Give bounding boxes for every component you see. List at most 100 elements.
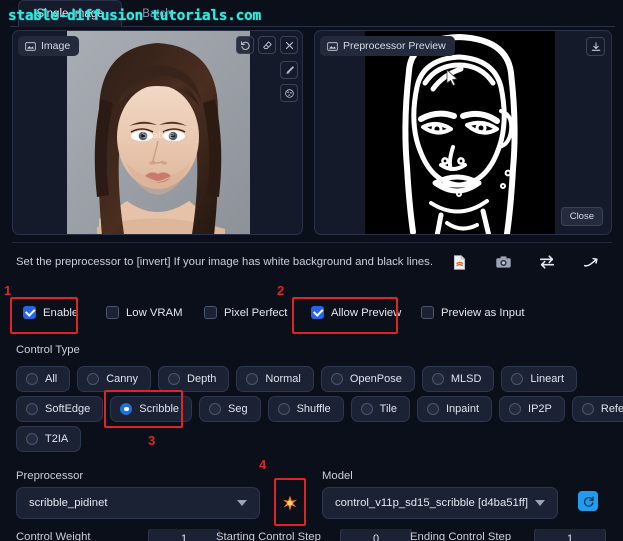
annotation-number-1: 1 xyxy=(4,283,12,298)
preprocessor-preview-panel[interactable]: Preprocessor Preview Close xyxy=(314,30,612,235)
radio-icon[interactable] xyxy=(330,373,343,385)
control-type-all[interactable]: All xyxy=(16,366,71,392)
allow-preview-checkbox[interactable]: Allow Preview xyxy=(311,306,401,319)
file-document-icon[interactable] xyxy=(449,252,469,272)
radio-icon[interactable] xyxy=(431,373,444,385)
undo-icon[interactable] xyxy=(236,36,254,54)
control-type-normal[interactable]: Normal xyxy=(236,366,314,392)
control-type-softedge[interactable]: SoftEdge xyxy=(16,396,104,422)
eraser-icon[interactable] xyxy=(258,36,276,54)
preview-as-input-checkbox[interactable]: Preview as Input xyxy=(421,306,525,319)
control-type-mlsd[interactable]: MLSD xyxy=(421,366,495,392)
enable-checkbox[interactable]: Enable xyxy=(23,306,78,319)
control-type-lineart[interactable]: Lineart xyxy=(501,366,578,392)
enable-checkbox-box[interactable] xyxy=(23,306,36,319)
control-type-inpaint[interactable]: Inpaint xyxy=(416,396,493,422)
run-preprocessor-button[interactable] xyxy=(275,487,305,519)
divider xyxy=(12,242,612,243)
radio-icon[interactable] xyxy=(511,373,524,385)
chevron-down-icon[interactable] xyxy=(535,500,545,506)
radio-icon[interactable] xyxy=(26,403,38,415)
radio-icon[interactable] xyxy=(509,403,522,415)
ending-control-step-label: Ending Control Step xyxy=(410,531,512,541)
image-panel-label-text: Image xyxy=(41,40,71,52)
control-type-ip2p[interactable]: IP2P xyxy=(499,396,565,422)
radio-icon[interactable] xyxy=(246,373,259,385)
control-type-canny[interactable]: Canny xyxy=(77,366,152,392)
control-type-shuffle-label: Shuffle xyxy=(296,403,331,415)
control-weight-label: Control Weight xyxy=(16,531,91,541)
control-weight-value[interactable]: 1 xyxy=(148,529,220,541)
preprocessor-preview-label-text: Preprocessor Preview xyxy=(343,40,446,52)
image-icon xyxy=(327,41,338,52)
control-sliders-row: Control Weight 1 Starting Control Step 0… xyxy=(0,529,623,541)
ending-control-step-value[interactable]: 1 xyxy=(534,529,606,541)
pixel-perfect-checkbox[interactable]: Pixel Perfect xyxy=(204,306,287,319)
annotation-number-4: 4 xyxy=(259,457,267,472)
image-panel-side-tools xyxy=(280,61,298,102)
camera-icon[interactable] xyxy=(493,252,513,272)
low-vram-checkbox-label: Low VRAM xyxy=(126,306,183,319)
allow-preview-checkbox-box[interactable] xyxy=(311,306,324,319)
close-icon[interactable] xyxy=(280,36,298,54)
image-icon xyxy=(25,41,36,52)
low-vram-checkbox-box[interactable] xyxy=(106,306,119,319)
preprocessor-label: Preprocessor xyxy=(16,470,84,482)
control-type-lineart-label: Lineart xyxy=(530,373,565,385)
radio-icon[interactable] xyxy=(168,373,181,385)
radio-icon[interactable] xyxy=(120,403,133,415)
chevron-down-icon[interactable] xyxy=(237,500,247,506)
control-type-openpose-label: OpenPose xyxy=(349,373,402,385)
pixel-perfect-checkbox-label: Pixel Perfect xyxy=(224,306,288,319)
control-type-openpose[interactable]: OpenPose xyxy=(320,366,415,392)
control-type-reference[interactable]: Reference xyxy=(571,396,623,422)
preprocessor-preview-label: Preprocessor Preview xyxy=(320,36,455,56)
swap-arrows-icon[interactable] xyxy=(537,252,557,272)
control-type-scribble-label: Scribble xyxy=(139,403,180,415)
arrow-up-right-icon[interactable] xyxy=(581,252,601,272)
radio-icon[interactable] xyxy=(426,403,439,415)
control-type-seg[interactable]: Seg xyxy=(199,396,261,422)
radio-icon[interactable] xyxy=(26,373,38,385)
control-type-mlsd-label: MLSD xyxy=(450,373,482,385)
control-type-row-2: SoftEdge Scribble Seg Shuffle Tile Inpai… xyxy=(16,396,623,422)
preprocessor-dropdown[interactable]: scribble_pidinet xyxy=(16,487,260,519)
radio-icon[interactable] xyxy=(87,373,100,385)
pixel-perfect-checkbox-box[interactable] xyxy=(204,306,217,319)
brush-icon[interactable] xyxy=(280,61,298,79)
radio-icon[interactable] xyxy=(26,433,38,445)
close-preview-label: Close xyxy=(569,211,594,222)
control-type-t2ia[interactable]: T2IA xyxy=(16,426,82,452)
watermark: stable-diffusion tutorials.com xyxy=(8,8,261,24)
control-type-scribble[interactable]: Scribble xyxy=(110,396,193,422)
radio-icon[interactable] xyxy=(360,403,373,415)
radio-icon[interactable] xyxy=(209,403,222,415)
control-type-normal-label: Normal xyxy=(265,373,301,385)
preview-as-input-checkbox-label: Preview as Input xyxy=(441,306,525,319)
refresh-models-button[interactable] xyxy=(578,491,598,511)
enable-checkbox-label: Enable xyxy=(43,306,79,319)
color-palette-icon[interactable] xyxy=(280,84,298,102)
download-icon[interactable] xyxy=(586,37,605,56)
control-type-all-label: All xyxy=(45,373,58,385)
model-value: control_v11p_sd15_scribble [d4ba51ff] xyxy=(335,497,529,509)
control-type-row-3: T2IA xyxy=(16,426,82,452)
radio-icon[interactable] xyxy=(581,403,594,415)
close-preview-button[interactable]: Close xyxy=(560,207,603,226)
starting-control-step-value[interactable]: 0 xyxy=(340,529,412,541)
model-dropdown[interactable]: control_v11p_sd15_scribble [d4ba51ff] xyxy=(322,487,558,519)
controlnet-panel: Single Image Batch stable-diffusion tuto… xyxy=(0,0,623,541)
control-type-tile[interactable]: Tile xyxy=(350,396,410,422)
control-type-t2ia-label: T2IA xyxy=(45,433,69,445)
allow-preview-checkbox-label: Allow Preview xyxy=(331,306,402,319)
control-type-label: Control Type xyxy=(16,344,80,356)
control-type-depth[interactable]: Depth xyxy=(158,366,230,392)
svg-text:Stable: Stable xyxy=(142,131,175,141)
image-panel[interactable]: Stable Image xyxy=(12,30,303,235)
preview-as-input-checkbox-box[interactable] xyxy=(421,306,434,319)
low-vram-checkbox[interactable]: Low VRAM xyxy=(106,306,183,319)
radio-icon[interactable] xyxy=(277,403,290,415)
control-type-shuffle[interactable]: Shuffle xyxy=(267,396,344,422)
image-panel-label: Image xyxy=(18,36,80,56)
preprocessor-hint-text: Set the preprocessor to [invert] If your… xyxy=(16,256,433,268)
